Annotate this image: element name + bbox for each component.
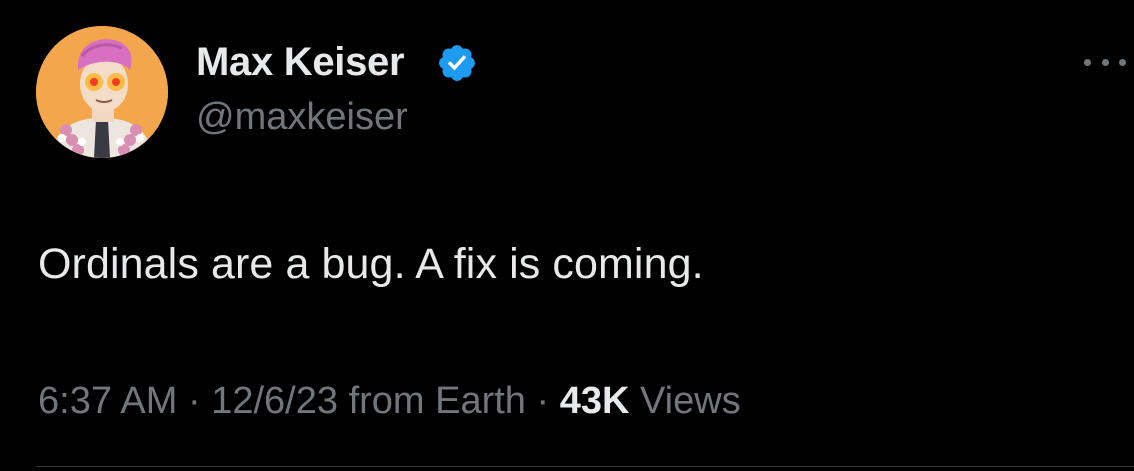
more-dot (1119, 58, 1126, 66)
tweet-meta: 6:37 AM · 12/6/23 from Earth · 43K Views (38, 380, 741, 423)
more-dot (1101, 58, 1109, 66)
tweet-time[interactable]: 6:37 AM (38, 380, 177, 422)
more-dot (1084, 58, 1091, 66)
meta-separator: · (536, 380, 550, 422)
tweet: Max Keiser @maxkeiser Ordinals are a bug… (0, 0, 1134, 471)
tweet-text: Ordinals are a bug. A fix is coming. (38, 240, 704, 288)
verified-badge-icon[interactable] (436, 42, 478, 84)
tweet-location: from Earth (348, 380, 526, 422)
views-label: Views (640, 380, 741, 422)
tweet-date[interactable]: 12/6/23 (211, 380, 338, 422)
views-count[interactable]: 43K (560, 380, 630, 422)
meta-separator: · (187, 380, 201, 422)
avatar-image (36, 26, 168, 158)
avatar[interactable] (36, 26, 168, 158)
author-handle[interactable]: @maxkeiser (196, 96, 408, 139)
divider (36, 466, 1134, 467)
more-horizontal-icon[interactable] (1082, 48, 1128, 76)
author-display-name[interactable]: Max Keiser (196, 40, 405, 85)
